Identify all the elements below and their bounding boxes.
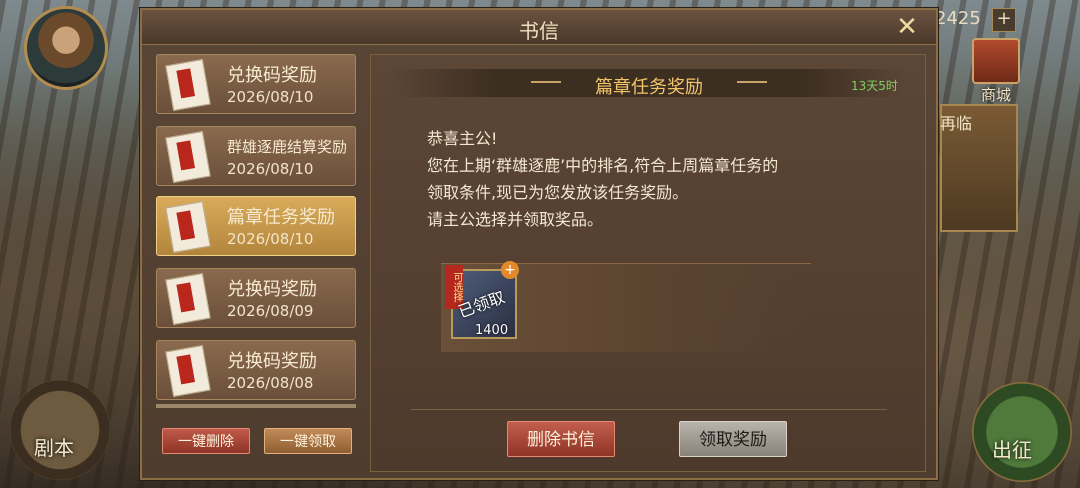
content-divider <box>411 409 887 410</box>
mail-date: 2026/08/10 <box>227 160 314 178</box>
letter-icon <box>165 273 211 325</box>
mail-title: 群雄逐鹿结算奖励 <box>227 138 348 156</box>
resource-add-button[interactable]: + <box>992 8 1016 32</box>
script-label: 剧本 <box>34 436 74 460</box>
mail-body-line: 恭喜主公! <box>427 129 498 148</box>
mail-list-item[interactable]: 兑换码奖励 2026/08/10 <box>156 54 356 114</box>
dialog-title-bar: 书信 ✕ <box>142 10 936 45</box>
shop-label: 商城 <box>980 86 1011 104</box>
mail-content-title: 篇章任务奖励 <box>595 77 703 98</box>
claim-reward-button[interactable]: 领取奖励 <box>679 421 787 457</box>
march-button[interactable] <box>972 382 1072 482</box>
expiry-timer: 13天5时 <box>851 79 898 93</box>
march-label: 出征 <box>992 438 1032 462</box>
claim-all-button[interactable]: 一键领取 <box>264 428 352 454</box>
dialog-title: 书信 <box>519 19 559 43</box>
mail-body-line: 您在上期‘群雄逐鹿’中的排名,符合上周篇章任务的 <box>427 156 779 175</box>
mail-title: 兑换码奖励 <box>227 351 317 372</box>
mail-content-panel: 篇章任务奖励 13天5时 恭喜主公! 您在上期‘群雄逐鹿’中的排名,符合上周篇章… <box>370 54 926 472</box>
letter-icon <box>165 59 211 111</box>
side-event-label: 再临 <box>940 114 973 133</box>
resource-counter: 2425 <box>935 8 981 29</box>
shop-icon <box>972 38 1020 84</box>
mail-title: 兑换码奖励 <box>227 65 317 86</box>
delete-all-button[interactable]: 一键删除 <box>162 428 250 454</box>
mail-body: 恭喜主公! 您在上期‘群雄逐鹿’中的排名,符合上周篇章任务的 领取条件,现已为您… <box>427 125 778 233</box>
close-icon[interactable]: ✕ <box>894 14 920 41</box>
mail-list: 兑换码奖励 2026/08/10 群雄逐鹿结算奖励 2026/08/10 篇章任… <box>152 52 362 412</box>
mail-list-scrollbar[interactable] <box>156 404 356 408</box>
mail-body-line: 请主公选择并领取奖品。 <box>427 210 604 229</box>
letter-icon <box>165 345 211 397</box>
mail-date: 2026/08/08 <box>227 374 314 392</box>
letter-icon <box>165 201 211 253</box>
delete-mail-button[interactable]: 删除书信 <box>507 421 615 457</box>
reward-plus-icon[interactable]: + <box>501 261 519 279</box>
reward-quantity: 1400 <box>475 323 509 338</box>
mail-list-item-selected[interactable]: 篇章任务奖励 2026/08/10 <box>156 196 356 256</box>
player-avatar[interactable] <box>24 6 108 90</box>
mail-date: 2026/08/10 <box>227 230 314 248</box>
mail-list-item[interactable]: 兑换码奖励 2026/08/08 <box>156 340 356 400</box>
mail-body-line: 领取条件,现已为您发放该任务奖励。 <box>427 183 689 202</box>
mail-date: 2026/08/10 <box>227 88 314 106</box>
mail-title: 兑换码奖励 <box>227 279 317 300</box>
letter-icon <box>165 131 211 183</box>
script-button[interactable] <box>10 380 110 480</box>
mail-title: 篇章任务奖励 <box>227 207 335 228</box>
mail-list-item[interactable]: 兑换码奖励 2026/08/09 <box>156 268 356 328</box>
mail-date: 2026/08/09 <box>227 302 314 320</box>
mail-dialog: 书信 ✕ 兑换码奖励 2026/08/10 群雄逐鹿结算奖励 2026/08/1… <box>140 8 938 480</box>
mail-list-item[interactable]: 群雄逐鹿结算奖励 2026/08/10 <box>156 126 356 186</box>
shop-button[interactable]: 商城 <box>968 38 1024 104</box>
